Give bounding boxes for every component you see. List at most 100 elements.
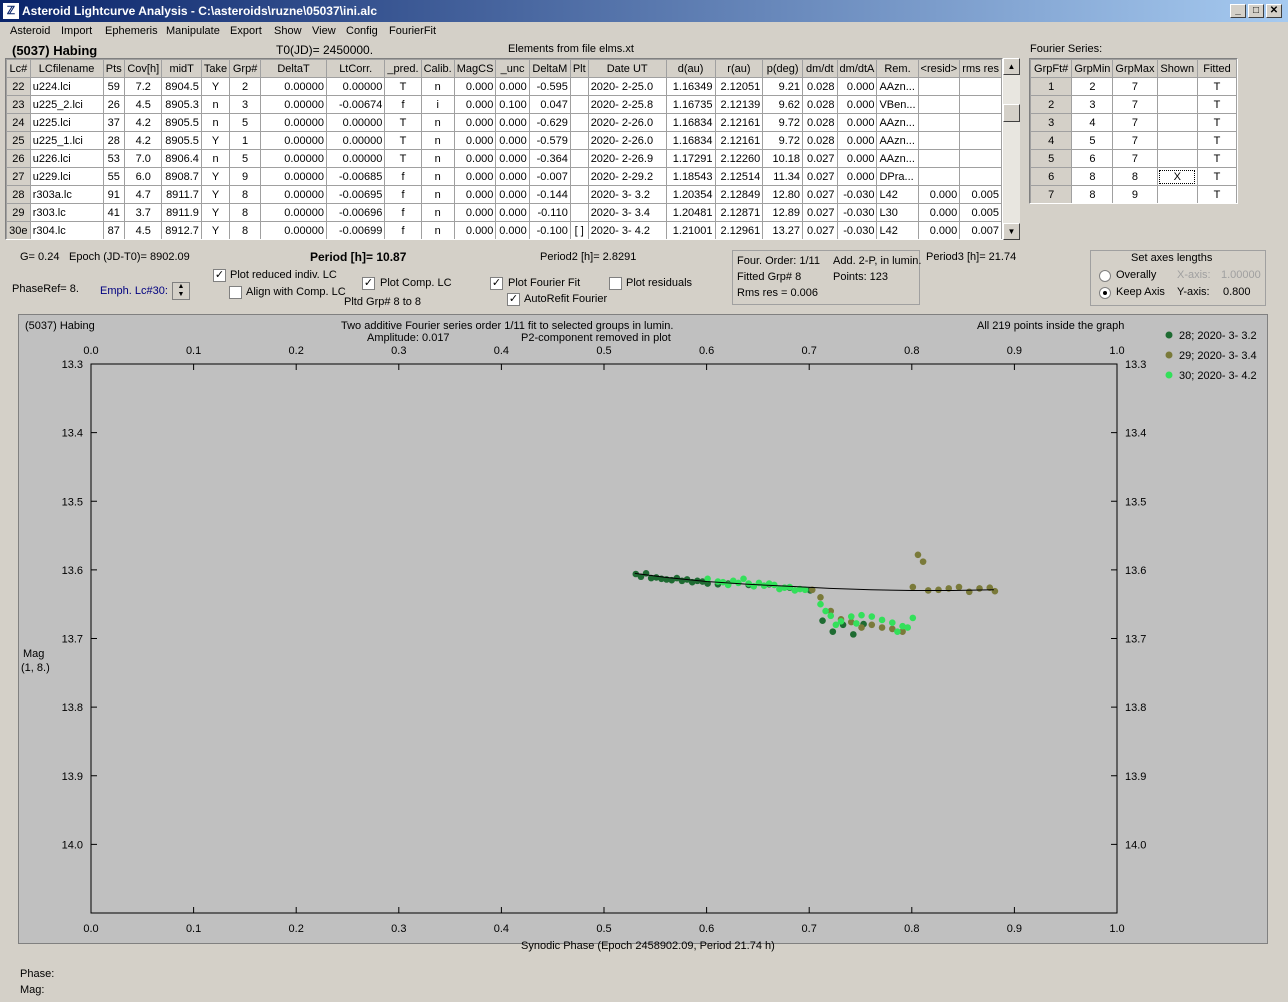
- table-cell[interactable]: 8906.4: [161, 149, 202, 168]
- keep-axis-radio[interactable]: [1099, 287, 1111, 299]
- table-cell[interactable]: 0.027: [802, 167, 838, 186]
- table-cell[interactable]: 8908.7: [161, 167, 202, 186]
- table-row[interactable]: 237 T: [1030, 95, 1237, 114]
- table-cell[interactable]: -0.100: [528, 221, 571, 239]
- table-cell[interactable]: 2020- 2-26.0: [587, 131, 667, 150]
- column-header[interactable]: r(au): [714, 59, 764, 78]
- table-cell[interactable]: AAzn...: [876, 149, 919, 168]
- table-cell[interactable]: 0.000: [453, 77, 497, 96]
- table-cell[interactable]: 7: [1112, 113, 1158, 132]
- table-row[interactable]: 127 T: [1030, 77, 1237, 96]
- table-cell[interactable]: 8912.7: [161, 221, 202, 239]
- table-cell[interactable]: -0.629: [528, 113, 571, 132]
- menu-asteroid[interactable]: Asteroid: [10, 25, 50, 37]
- table-cell[interactable]: n: [420, 167, 455, 186]
- table-cell[interactable]: 2020- 2-25.0: [587, 77, 667, 96]
- table-cell[interactable]: 8: [1071, 167, 1114, 186]
- row-header[interactable]: 2: [1030, 95, 1073, 114]
- plot-comp-checkbox[interactable]: ✓: [362, 277, 375, 290]
- table-row[interactable]: 567 T: [1030, 149, 1237, 168]
- table-cell[interactable]: n: [420, 203, 455, 222]
- scroll-up-icon[interactable]: ▲: [1003, 58, 1020, 75]
- table-cell[interactable]: 0.00000: [260, 131, 327, 150]
- column-header[interactable]: LCfilename: [29, 59, 104, 78]
- table-cell[interactable]: -0.00685: [325, 167, 386, 186]
- period2-value[interactable]: Period2 [h]= 2.8291: [540, 251, 636, 263]
- table-cell[interactable]: 1.20354: [665, 185, 716, 204]
- table-cell[interactable]: [917, 149, 961, 168]
- table-cell[interactable]: 3: [1071, 95, 1114, 114]
- table-cell[interactable]: 2020- 2-26.0: [587, 113, 667, 132]
- table-cell[interactable]: L30: [876, 203, 919, 222]
- table-cell[interactable]: [1156, 131, 1198, 150]
- table-cell[interactable]: f: [384, 203, 422, 222]
- table-cell[interactable]: 6.0: [124, 167, 163, 186]
- table-cell[interactable]: 8911.7: [161, 185, 202, 204]
- table-cell[interactable]: 1.16834: [665, 113, 716, 132]
- table-cell[interactable]: 1.16735: [665, 95, 716, 114]
- table-cell[interactable]: u225.lci: [29, 113, 104, 132]
- table-cell[interactable]: [569, 203, 589, 222]
- table-cell[interactable]: 1.17291: [665, 149, 716, 168]
- table-cell[interactable]: 37: [102, 113, 126, 132]
- table-cell[interactable]: Y: [200, 167, 231, 186]
- table-cell[interactable]: 7: [1112, 77, 1158, 96]
- table-cell[interactable]: 2020- 2-26.9: [587, 149, 667, 168]
- table-row[interactable]: 28 r303a.lc 91 4.7 8911.7 Y 8 0.00000 -0.00695 f n…: [6, 185, 1002, 204]
- table-cell[interactable]: n: [420, 113, 455, 132]
- table-cell[interactable]: -0.364: [528, 149, 571, 168]
- table-cell[interactable]: [1156, 149, 1198, 168]
- table-cell[interactable]: n: [420, 221, 455, 239]
- table-cell[interactable]: 0.000: [453, 95, 497, 114]
- table-cell[interactable]: 0.000: [495, 221, 530, 239]
- table-row[interactable]: 347 T: [1030, 113, 1237, 132]
- menu-fourierfit[interactable]: FourierFit: [389, 25, 436, 37]
- column-header[interactable]: Date UT: [587, 59, 667, 78]
- table-cell[interactable]: T: [1196, 149, 1237, 168]
- table-row[interactable]: 27 u229.lci 55 6.0 8908.7 Y 9 0.00000 -0.00685 f n…: [6, 167, 1002, 186]
- table-cell[interactable]: T: [1196, 185, 1237, 203]
- table-cell[interactable]: [569, 113, 589, 132]
- table-row[interactable]: 688XT: [1030, 167, 1237, 186]
- table-row[interactable]: 30e r304.lc 87 4.5 8912.7 Y 8 0.00000 -0.00699 f n…: [6, 221, 1002, 239]
- table-cell[interactable]: 2020- 3- 3.2: [587, 185, 667, 204]
- table-cell[interactable]: -0.030: [836, 203, 878, 222]
- table-cell[interactable]: f: [384, 221, 422, 239]
- column-header[interactable]: Cov[h]: [124, 59, 163, 78]
- table-cell[interactable]: 2.12260: [714, 149, 764, 168]
- x-axis-value[interactable]: 1.00000: [1221, 269, 1261, 281]
- scroll-thumb[interactable]: [1003, 104, 1020, 122]
- table-cell[interactable]: 8905.5: [161, 131, 202, 150]
- table-cell[interactable]: [569, 95, 589, 114]
- menu-manipulate[interactable]: Manipulate: [166, 25, 220, 37]
- column-header[interactable]: LtCorr.: [325, 59, 386, 78]
- table-cell[interactable]: 2.12871: [714, 203, 764, 222]
- table-cell[interactable]: 8905.5: [161, 113, 202, 132]
- menu-view[interactable]: View: [312, 25, 336, 37]
- column-header[interactable]: Calib.: [420, 59, 455, 78]
- table-cell[interactable]: Y: [200, 131, 231, 150]
- table-cell[interactable]: 4.2: [124, 113, 163, 132]
- table-cell[interactable]: r303a.lc: [29, 185, 104, 204]
- menu-ephemeris[interactable]: Ephemeris: [105, 25, 158, 37]
- table-cell[interactable]: 55: [102, 167, 126, 186]
- table-cell[interactable]: f: [384, 167, 422, 186]
- table-cell[interactable]: 13.27: [762, 221, 804, 239]
- table-cell[interactable]: [959, 149, 1002, 168]
- table-cell[interactable]: 8904.5: [161, 77, 202, 96]
- menu-import[interactable]: Import: [61, 25, 92, 37]
- table-cell[interactable]: 4.5: [124, 95, 163, 114]
- table-cell[interactable]: 0.000: [495, 167, 530, 186]
- table-cell[interactable]: 12.89: [762, 203, 804, 222]
- row-header[interactable]: 3: [1030, 113, 1073, 132]
- table-cell[interactable]: [1156, 113, 1198, 132]
- table-cell[interactable]: 11.34: [762, 167, 804, 186]
- row-header[interactable]: 29: [6, 203, 31, 222]
- table-cell[interactable]: Y: [200, 77, 231, 96]
- column-header[interactable]: Take: [200, 59, 231, 78]
- column-header[interactable]: _pred.: [384, 59, 422, 78]
- autorefit-checkbox[interactable]: ✓: [507, 293, 520, 306]
- minimize-button[interactable]: _: [1230, 4, 1246, 18]
- plot-fourier-checkbox[interactable]: ✓: [490, 277, 503, 290]
- table-cell[interactable]: 0.000: [836, 77, 878, 96]
